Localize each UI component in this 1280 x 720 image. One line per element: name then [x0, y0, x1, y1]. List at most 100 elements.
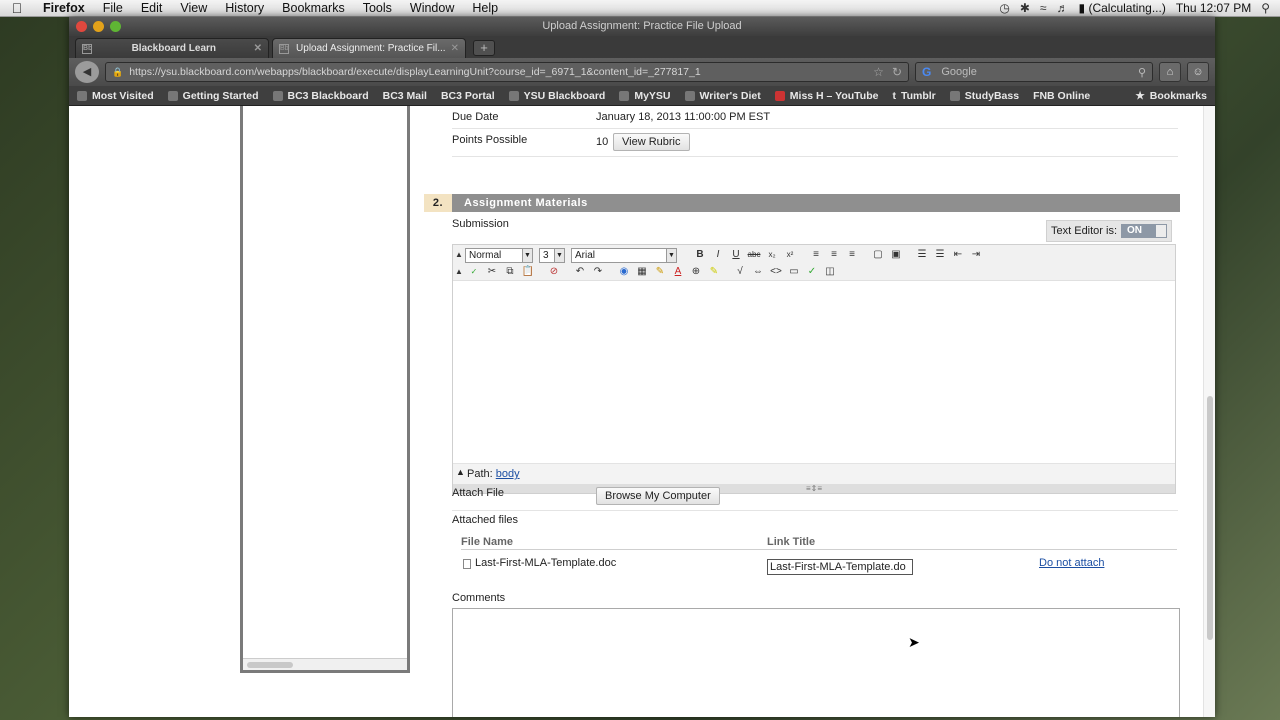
- view-rubric-button[interactable]: View Rubric: [613, 133, 690, 151]
- indent-icon[interactable]: ⇥: [969, 248, 983, 262]
- insert-content-icon[interactable]: ⊕: [689, 265, 703, 279]
- search-bar[interactable]: G Google ⚲: [915, 62, 1153, 82]
- bookmark-writers-diet[interactable]: Writer's Diet: [684, 90, 761, 102]
- insert-table-icon[interactable]: ▦: [635, 265, 649, 279]
- editor-resize-handle[interactable]: ≡⇕≡: [453, 484, 1175, 493]
- underline-icon[interactable]: U: [729, 248, 743, 262]
- volume-icon[interactable]: ♬: [1057, 1, 1069, 15]
- spellcheck-toggle-icon[interactable]: ✓: [805, 265, 819, 279]
- highlight-pen-icon[interactable]: ✎: [653, 265, 667, 279]
- paste-icon[interactable]: 📋: [521, 265, 535, 279]
- url-bar[interactable]: 🔒 https://ysu.blackboard.com/webapps/bla…: [105, 62, 909, 82]
- text-editor-toggle[interactable]: Text Editor is: ON: [1046, 220, 1172, 242]
- battery-status[interactable]: ▮ (Calculating...): [1079, 1, 1166, 15]
- menu-history[interactable]: History: [216, 0, 273, 17]
- undo-icon[interactable]: ↶: [573, 265, 587, 279]
- close-tab-icon[interactable]: ✕: [451, 43, 459, 54]
- format-select[interactable]: Normal ▼: [465, 247, 533, 263]
- bookmark-ysu-blackboard[interactable]: YSU Blackboard: [508, 90, 605, 102]
- back-button[interactable]: ◀: [75, 61, 99, 83]
- time-machine-icon[interactable]: ◷: [999, 1, 1009, 15]
- close-tab-icon[interactable]: ✕: [254, 43, 262, 54]
- zoom-window-button[interactable]: [110, 21, 121, 32]
- bookmark-star-icon[interactable]: ☆: [873, 65, 884, 79]
- bookmark-studybass[interactable]: StudyBass: [949, 90, 1019, 102]
- strikethrough-icon[interactable]: abc: [747, 248, 761, 262]
- spotlight-search-icon[interactable]: ⚲: [1261, 1, 1270, 15]
- bluetooth-icon[interactable]: ✱: [1020, 1, 1030, 15]
- preview-icon[interactable]: ◫: [823, 265, 837, 279]
- link-title-input[interactable]: Last-First-MLA-Template.do: [767, 559, 913, 575]
- bookmark-fnb-online[interactable]: FNB Online: [1033, 90, 1090, 102]
- background-color-icon[interactable]: ✎: [707, 265, 721, 279]
- bookmark-getting-started[interactable]: Getting Started: [167, 90, 259, 102]
- horizontal-scrollbar[interactable]: [243, 658, 407, 670]
- superscript-icon[interactable]: x²: [783, 248, 797, 262]
- do-not-attach-link[interactable]: Do not attach: [1039, 557, 1104, 569]
- remove-link-icon[interactable]: ⊘: [547, 265, 561, 279]
- google-engine-icon[interactable]: G: [922, 65, 931, 79]
- comments-textarea[interactable]: [452, 608, 1180, 717]
- apple-icon[interactable]: : [0, 0, 34, 16]
- tab-upload-assignment[interactable]: Bb Upload Assignment: Practice Fil... ✕: [272, 38, 466, 58]
- text-color-icon[interactable]: A: [671, 265, 685, 279]
- close-window-button[interactable]: [76, 21, 87, 32]
- editor-text-area[interactable]: [453, 281, 1175, 463]
- browse-my-computer-button[interactable]: Browse My Computer: [596, 487, 720, 505]
- html-code-icon[interactable]: <>: [769, 265, 783, 279]
- redo-icon[interactable]: ↷: [591, 265, 605, 279]
- bookmark-miss-h-youtube[interactable]: Miss H – YouTube: [774, 90, 878, 102]
- menu-app-firefox[interactable]: Firefox: [34, 0, 94, 17]
- clock[interactable]: Thu 12:07 PM: [1176, 1, 1251, 15]
- spellcheck-icon[interactable]: ✓: [467, 265, 481, 279]
- align-center-icon[interactable]: ≡: [827, 248, 841, 262]
- bookmarks-menu[interactable]: ★ Bookmarks: [1135, 90, 1207, 102]
- collapse-toolbar-icon[interactable]: ▲: [455, 265, 463, 279]
- tab-blackboard-learn[interactable]: Bb Blackboard Learn ✕: [75, 38, 269, 58]
- fullscreen-icon[interactable]: ▭: [787, 265, 801, 279]
- menu-edit[interactable]: Edit: [132, 0, 172, 17]
- scrollbar-thumb[interactable]: [1207, 396, 1213, 640]
- minimize-window-button[interactable]: [93, 21, 104, 32]
- collapse-toolbar-icon[interactable]: ▲: [455, 248, 463, 262]
- vertical-scrollbar[interactable]: [1203, 106, 1215, 717]
- bold-icon[interactable]: B: [693, 248, 707, 262]
- bullet-list-icon[interactable]: ☰: [933, 248, 947, 262]
- menu-view[interactable]: View: [171, 0, 216, 17]
- bookmark-myysu[interactable]: MyYSU: [619, 90, 671, 102]
- menu-tools[interactable]: Tools: [354, 0, 401, 17]
- insert-link-icon[interactable]: ◉: [617, 265, 631, 279]
- align-right-icon[interactable]: ≡: [845, 248, 859, 262]
- scrollbar-thumb[interactable]: [247, 662, 293, 668]
- path-collapse-icon[interactable]: ▲: [456, 462, 465, 483]
- numbered-list-icon[interactable]: ☰: [915, 248, 929, 262]
- menu-bookmarks[interactable]: Bookmarks: [273, 0, 354, 17]
- font-select[interactable]: Arial ▼: [571, 247, 677, 263]
- bookmark-bc3-portal[interactable]: BC3 Portal: [441, 90, 495, 102]
- new-tab-button[interactable]: +: [473, 40, 495, 56]
- search-magnifier-icon[interactable]: ⚲: [1138, 66, 1146, 79]
- align-left-icon[interactable]: ≡: [809, 248, 823, 262]
- addon-button[interactable]: ☺: [1187, 62, 1209, 82]
- wifi-icon[interactable]: ≈: [1040, 1, 1047, 15]
- math-editor-icon[interactable]: √: [733, 265, 747, 279]
- copy-icon[interactable]: ⧉: [503, 265, 517, 279]
- find-icon[interactable]: ▢: [871, 248, 885, 262]
- bookmark-most-visited[interactable]: Most Visited: [77, 90, 154, 102]
- path-body-link[interactable]: body: [496, 468, 520, 480]
- menu-file[interactable]: File: [94, 0, 132, 17]
- mashup-icon[interactable]: ⇔: [751, 265, 765, 279]
- bookmark-tumblr[interactable]: t Tumblr: [892, 90, 935, 102]
- reload-icon[interactable]: ↻: [892, 65, 902, 79]
- subscript-icon[interactable]: x₂: [765, 248, 779, 262]
- text-editor-state[interactable]: ON: [1121, 224, 1167, 238]
- menu-window[interactable]: Window: [401, 0, 463, 17]
- home-button[interactable]: ⌂: [1159, 62, 1181, 82]
- cut-icon[interactable]: ✂: [485, 265, 499, 279]
- bookmark-bc3-mail[interactable]: BC3 Mail: [383, 90, 427, 102]
- italic-icon[interactable]: I: [711, 248, 725, 262]
- menu-help[interactable]: Help: [463, 0, 507, 17]
- outdent-icon[interactable]: ⇤: [951, 248, 965, 262]
- size-select[interactable]: 3 ▼: [539, 247, 565, 263]
- bookmark-bc3-blackboard[interactable]: BC3 Blackboard: [272, 90, 369, 102]
